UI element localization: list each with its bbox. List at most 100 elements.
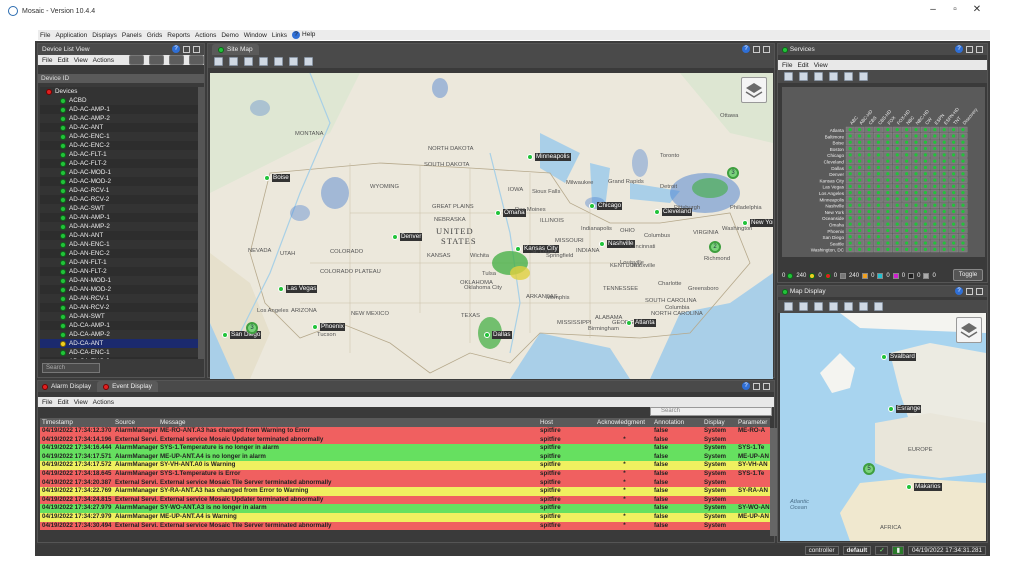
device-menu-actions[interactable]: Actions: [93, 57, 114, 64]
filter-icon[interactable]: [259, 57, 268, 66]
device-list-item[interactable]: AD-AN-ANT: [40, 231, 198, 240]
device-list-item[interactable]: AD-AC-ANT: [40, 123, 198, 132]
device-root[interactable]: Devices: [40, 87, 198, 96]
event-table[interactable]: Timestamp Source Message Host Acknowledg…: [40, 418, 770, 531]
menu-help[interactable]: ? Help: [292, 31, 315, 39]
site-label[interactable]: New York: [750, 219, 773, 227]
col-timestamp[interactable]: Timestamp: [40, 418, 113, 427]
device-id-column-header[interactable]: Device ID: [38, 74, 204, 83]
site-label-esrange[interactable]: Esrange: [896, 405, 922, 413]
layers-icon[interactable]: [244, 57, 253, 66]
device-list-item[interactable]: AD-AN-RCV-1: [40, 294, 198, 303]
device-list-item[interactable]: AD-AC-RCV-2: [40, 195, 198, 204]
menu-application[interactable]: Application: [55, 32, 87, 39]
minimize-button[interactable]: –: [926, 4, 940, 15]
device-menu-edit[interactable]: Edit: [57, 57, 68, 64]
minimize-panel-icon[interactable]: [763, 45, 770, 53]
save-icon[interactable]: [214, 57, 223, 66]
site-marker[interactable]: [654, 209, 660, 215]
map-cluster-marker[interactable]: 2: [709, 241, 721, 253]
site-marker[interactable]: [589, 203, 595, 209]
layers-icon[interactable]: [784, 72, 793, 81]
site-marker[interactable]: [599, 241, 605, 247]
services-menu-file[interactable]: File: [782, 62, 792, 69]
close-button[interactable]: ✕: [970, 4, 984, 15]
help-icon[interactable]: ?: [955, 287, 963, 295]
device-list-item[interactable]: AD-AC-FLT-1: [40, 150, 198, 159]
site-marker[interactable]: [222, 332, 228, 338]
services-matrix[interactable]: ABC ABC-HD CBS CBS-HD FOX FOX-HD NBC NBC-HD CW ES…: [782, 87, 985, 257]
menu-grids[interactable]: Grids: [147, 32, 163, 39]
event-table-row[interactable]: 04/19/2022 17:34:27.979 AlarmManager SY-WO…: [40, 504, 770, 513]
event-table-row[interactable]: 04/19/2022 17:34:17.571 AlarmManager ME-UP…: [40, 452, 770, 462]
detach-icon[interactable]: [753, 45, 760, 53]
site-marker[interactable]: [527, 154, 533, 160]
maximize-button[interactable]: ▫: [948, 4, 962, 15]
device-list-item[interactable]: AD-AN-FLT-1: [40, 258, 198, 267]
zoom-out-icon[interactable]: [289, 57, 298, 66]
site-marker[interactable]: [888, 406, 894, 412]
device-list-item[interactable]: AD-AC-AMP-2: [40, 114, 198, 123]
menu-actions[interactable]: Actions: [195, 32, 216, 39]
zoom-in-icon[interactable]: [844, 302, 853, 311]
event-menu-edit[interactable]: Edit: [57, 399, 68, 406]
event-table-row[interactable]: 04/19/2022 17:34:16.444 AlarmManager SYS-1…: [40, 444, 770, 453]
device-list-item[interactable]: AD-CA-AMP-1: [40, 321, 198, 330]
device-list-item[interactable]: AD-CA-ANT: [40, 339, 198, 348]
filter-icon[interactable]: [829, 302, 838, 311]
menu-panels[interactable]: Panels: [122, 32, 142, 39]
site-marker[interactable]: [515, 246, 521, 252]
site-label-makarios[interactable]: Makarios: [914, 483, 942, 491]
minimize-panel-icon[interactable]: [976, 287, 983, 295]
event-display-tab[interactable]: Event Display: [97, 381, 158, 392]
device-list-item[interactable]: AD-AN-SWT: [40, 312, 198, 321]
device-list-item[interactable]: AD-CA-ENC-2: [40, 357, 198, 359]
device-list-item[interactable]: AD-CA-AMP-2: [40, 330, 198, 339]
device-list-item[interactable]: AD-AC-RCV-1: [40, 186, 198, 195]
site-label[interactable]: Phoenix: [320, 323, 345, 331]
event-menu-actions[interactable]: Actions: [93, 399, 114, 406]
event-table-row[interactable]: 04/19/2022 17:34:27.979 AlarmManager ME-UP…: [40, 512, 770, 522]
site-map-tab[interactable]: Site Map: [212, 44, 259, 55]
refresh-icon[interactable]: [859, 72, 868, 81]
device-list-item[interactable]: AD-AC-FLT-2: [40, 159, 198, 168]
site-marker[interactable]: [278, 286, 284, 292]
device-list-item[interactable]: AD-AN-ENC-1: [40, 240, 198, 249]
col-display[interactable]: Display: [702, 418, 736, 427]
col-annotation[interactable]: Annotation: [652, 418, 702, 427]
shrink-icon[interactable]: [189, 55, 204, 65]
open-folder-icon[interactable]: [799, 302, 808, 311]
zoom-out-icon[interactable]: [829, 72, 838, 81]
device-list-item[interactable]: AD-AC-ENC-1: [40, 132, 198, 141]
event-table-scrollbar[interactable]: [770, 428, 777, 536]
event-search-input[interactable]: Search: [650, 407, 772, 416]
tree-collapse-icon[interactable]: [149, 55, 164, 65]
device-tree[interactable]: Devices ACBD AD-AC-AMP-1 AD-AC-AMP-2 AD-AC-…: [40, 87, 198, 359]
site-marker[interactable]: [392, 234, 398, 240]
site-marker[interactable]: [495, 210, 501, 216]
layers-icon[interactable]: [814, 302, 823, 311]
site-marker[interactable]: [484, 332, 490, 338]
save-icon[interactable]: [784, 302, 793, 311]
event-table-row[interactable]: 04/19/2022 17:34:20.387 External Servi...…: [40, 478, 770, 488]
device-list-item[interactable]: AD-AN-AMP-1: [40, 213, 198, 222]
zoom-out-icon[interactable]: [859, 302, 868, 311]
event-table-row[interactable]: 04/19/2022 17:34:18.645 AlarmManager SYS-1…: [40, 469, 770, 479]
device-list-item[interactable]: AD-AN-ENC-2: [40, 249, 198, 258]
basemap-layers-button[interactable]: [741, 77, 767, 103]
event-table-row[interactable]: 04/19/2022 17:34:24.815 External Servi...…: [40, 495, 770, 505]
device-list-item[interactable]: AD-AN-RCV-2: [40, 303, 198, 312]
device-list-scrollbar[interactable]: [198, 87, 204, 359]
zoom-in-icon[interactable]: [274, 57, 283, 66]
help-icon[interactable]: ?: [955, 45, 963, 53]
col-message[interactable]: Message: [158, 418, 538, 427]
filter-icon[interactable]: [799, 72, 808, 81]
site-marker[interactable]: [264, 175, 270, 181]
alarm-display-tab[interactable]: Alarm Display: [42, 383, 91, 390]
col-acknowledgment[interactable]: Acknowledgment: [595, 418, 652, 427]
toggle-button[interactable]: Toggle: [953, 269, 983, 281]
minimize-panel-icon[interactable]: [193, 45, 200, 53]
us-map[interactable]: NORTH DAKOTA SOUTH DAKOTA WYOMING NEBRASKA K…: [210, 73, 773, 379]
europe-map[interactable]: EUROPE AFRICA Atlantic Ocean Svalbard Es…: [780, 313, 986, 541]
device-list-item[interactable]: AD-AC-MOD-1: [40, 168, 198, 177]
